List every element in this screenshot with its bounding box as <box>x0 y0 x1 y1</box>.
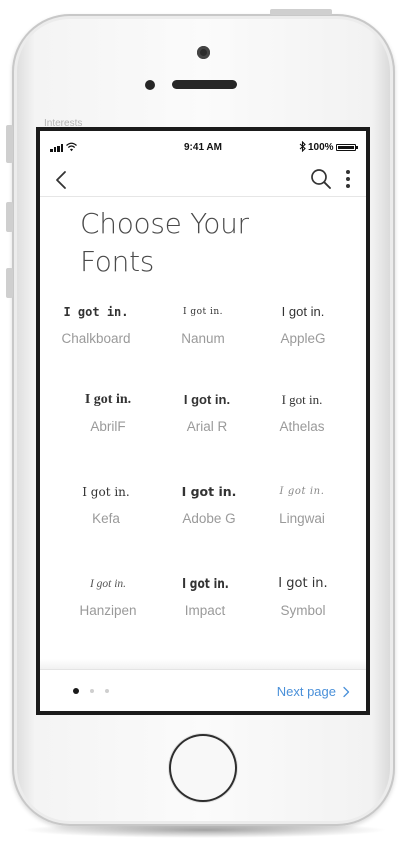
font-sample: I got in. <box>182 307 224 317</box>
front-camera <box>197 46 210 59</box>
font-sample: I got in. <box>281 304 325 319</box>
volume-up-button <box>6 202 13 232</box>
app-screen: 9:41 AM 100% Choose Your Fonts I got in.… <box>40 131 366 711</box>
home-button[interactable] <box>169 734 237 802</box>
font-name: AbrilF <box>90 419 126 434</box>
footer-bar: Next page <box>40 669 366 711</box>
status-bar: 9:41 AM 100% <box>40 131 366 163</box>
font-sample: I got in. <box>279 486 325 497</box>
font-sample-wrap: I got in. <box>151 573 259 595</box>
chevron-right-icon <box>343 686 350 698</box>
font-sample: I got in. <box>89 578 127 590</box>
font-sample: I got in. <box>181 484 237 499</box>
font-option-symbol[interactable]: I got in. Symbol <box>249 573 357 618</box>
font-sample: I got in. <box>281 392 323 407</box>
font-option-lingwai[interactable]: I got in. Lingwai <box>248 481 356 526</box>
next-page-button[interactable]: Next page <box>277 682 350 702</box>
font-sample: I got in. <box>181 577 229 592</box>
nav-bar <box>40 163 366 197</box>
mute-switch <box>6 125 13 163</box>
font-name: Hanzipen <box>79 603 137 618</box>
font-sample: I got in. <box>278 576 328 591</box>
search-icon[interactable] <box>308 166 334 192</box>
font-name: Symbol <box>280 603 326 618</box>
earpiece-speaker <box>172 80 237 89</box>
font-option-chalkboard[interactable]: I got in. Chalkboard <box>42 301 150 346</box>
font-name: Athelas <box>279 419 325 434</box>
page-title: Choose Your Fonts <box>80 205 330 281</box>
volume-down-button <box>6 268 13 298</box>
font-name: Kefa <box>92 511 120 526</box>
proximity-sensor <box>145 80 155 90</box>
font-option-kefa[interactable]: I got in. Kefa <box>52 481 160 526</box>
font-option-hanzipen[interactable]: I got in. Hanzipen <box>54 573 162 618</box>
page-title-line-1: Choose Your <box>80 207 249 240</box>
screen-bezel: 9:41 AM 100% Choose Your Fonts I got in.… <box>36 127 370 715</box>
page-dot[interactable] <box>105 689 109 693</box>
font-name: Lingwai <box>279 511 325 526</box>
battery-percent: 100% <box>308 142 334 153</box>
font-name: Arial R <box>186 419 228 434</box>
page-dot-active[interactable] <box>73 688 79 694</box>
font-option-adobe-g[interactable]: I got in. Adobe G <box>155 481 263 526</box>
font-name: Impact <box>184 603 226 618</box>
font-sample: I got in. <box>82 485 130 499</box>
power-button <box>270 9 332 15</box>
next-page-label: Next page <box>276 684 336 699</box>
battery-tip <box>356 146 358 149</box>
font-option-athelas[interactable]: I got in. Athelas <box>248 389 356 434</box>
font-name: Chalkboard <box>61 331 131 346</box>
font-sample: I got in. <box>84 392 132 407</box>
font-sample: I got in. <box>63 305 129 319</box>
font-name: AppleG <box>280 331 326 346</box>
more-vertical-icon[interactable] <box>340 166 356 192</box>
page-title-line-2: Fonts <box>80 245 155 278</box>
font-option-abrilf[interactable]: I got in. AbrilF <box>54 389 162 434</box>
font-name: Nanum <box>181 331 225 346</box>
font-option-arial-r[interactable]: I got in. Arial R <box>153 389 261 434</box>
page-dot[interactable] <box>90 689 94 693</box>
battery-icon <box>336 144 356 151</box>
font-name: Adobe G <box>182 511 236 526</box>
page-indicator <box>73 688 109 694</box>
device-mockup: Interests 9:41 AM 100% Choose Your Fonts… <box>0 0 409 853</box>
font-option-impact[interactable]: I got in. Impact <box>151 573 259 618</box>
bluetooth-icon <box>299 141 306 152</box>
font-option-nanum[interactable]: I got in. Nanum <box>149 301 257 346</box>
font-sample: I got in. <box>183 392 231 407</box>
chevron-left-icon[interactable] <box>50 168 74 192</box>
font-option-appleg[interactable]: I got in. AppleG <box>249 301 357 346</box>
